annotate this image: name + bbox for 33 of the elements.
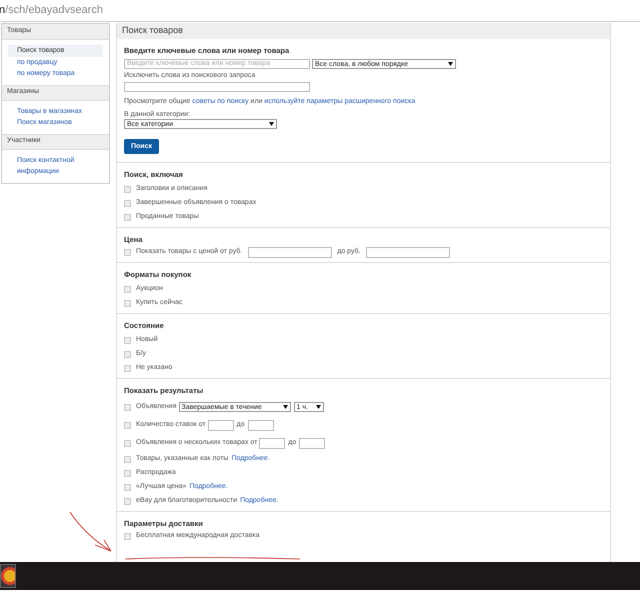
checkbox[interactable] <box>124 336 131 344</box>
checkbox[interactable] <box>124 286 131 293</box>
checkbox[interactable] <box>124 422 131 429</box>
checkbox[interactable] <box>124 364 131 372</box>
caret-icon <box>316 405 320 410</box>
checkbox[interactable] <box>124 484 131 491</box>
caret-icon <box>282 405 288 410</box>
input-field[interactable] <box>248 246 332 258</box>
input-field[interactable] <box>366 246 450 258</box>
input-field[interactable] <box>248 420 274 431</box>
checkbox[interactable] <box>124 186 131 193</box>
checkbox[interactable] <box>124 498 131 505</box>
checkbox[interactable] <box>124 440 131 447</box>
browser-taskbar-icon[interactable] <box>0 564 16 588</box>
checkbox[interactable] <box>124 350 131 358</box>
panel-title: Поиск товаров <box>117 23 610 39</box>
checkbox[interactable] <box>124 300 131 307</box>
arrow-annotation <box>70 512 112 552</box>
checkbox[interactable] <box>124 456 131 463</box>
checkbox[interactable] <box>124 470 131 477</box>
checkbox[interactable] <box>124 200 131 207</box>
checkbox[interactable] <box>124 404 131 411</box>
caret-icon <box>269 122 274 126</box>
exclude-field[interactable] <box>124 82 310 92</box>
address-bar[interactable]: n/sch/ebayadvsearch <box>0 0 640 22</box>
input-field[interactable] <box>259 438 286 449</box>
checkbox[interactable] <box>124 214 131 221</box>
url-text: n/sch/ebayadvsearch <box>0 3 103 18</box>
input-field[interactable] <box>208 420 234 431</box>
caret-icon <box>448 62 453 66</box>
checkbox[interactable] <box>124 248 131 256</box>
checkbox[interactable] <box>124 532 131 540</box>
input-field[interactable] <box>299 438 326 449</box>
